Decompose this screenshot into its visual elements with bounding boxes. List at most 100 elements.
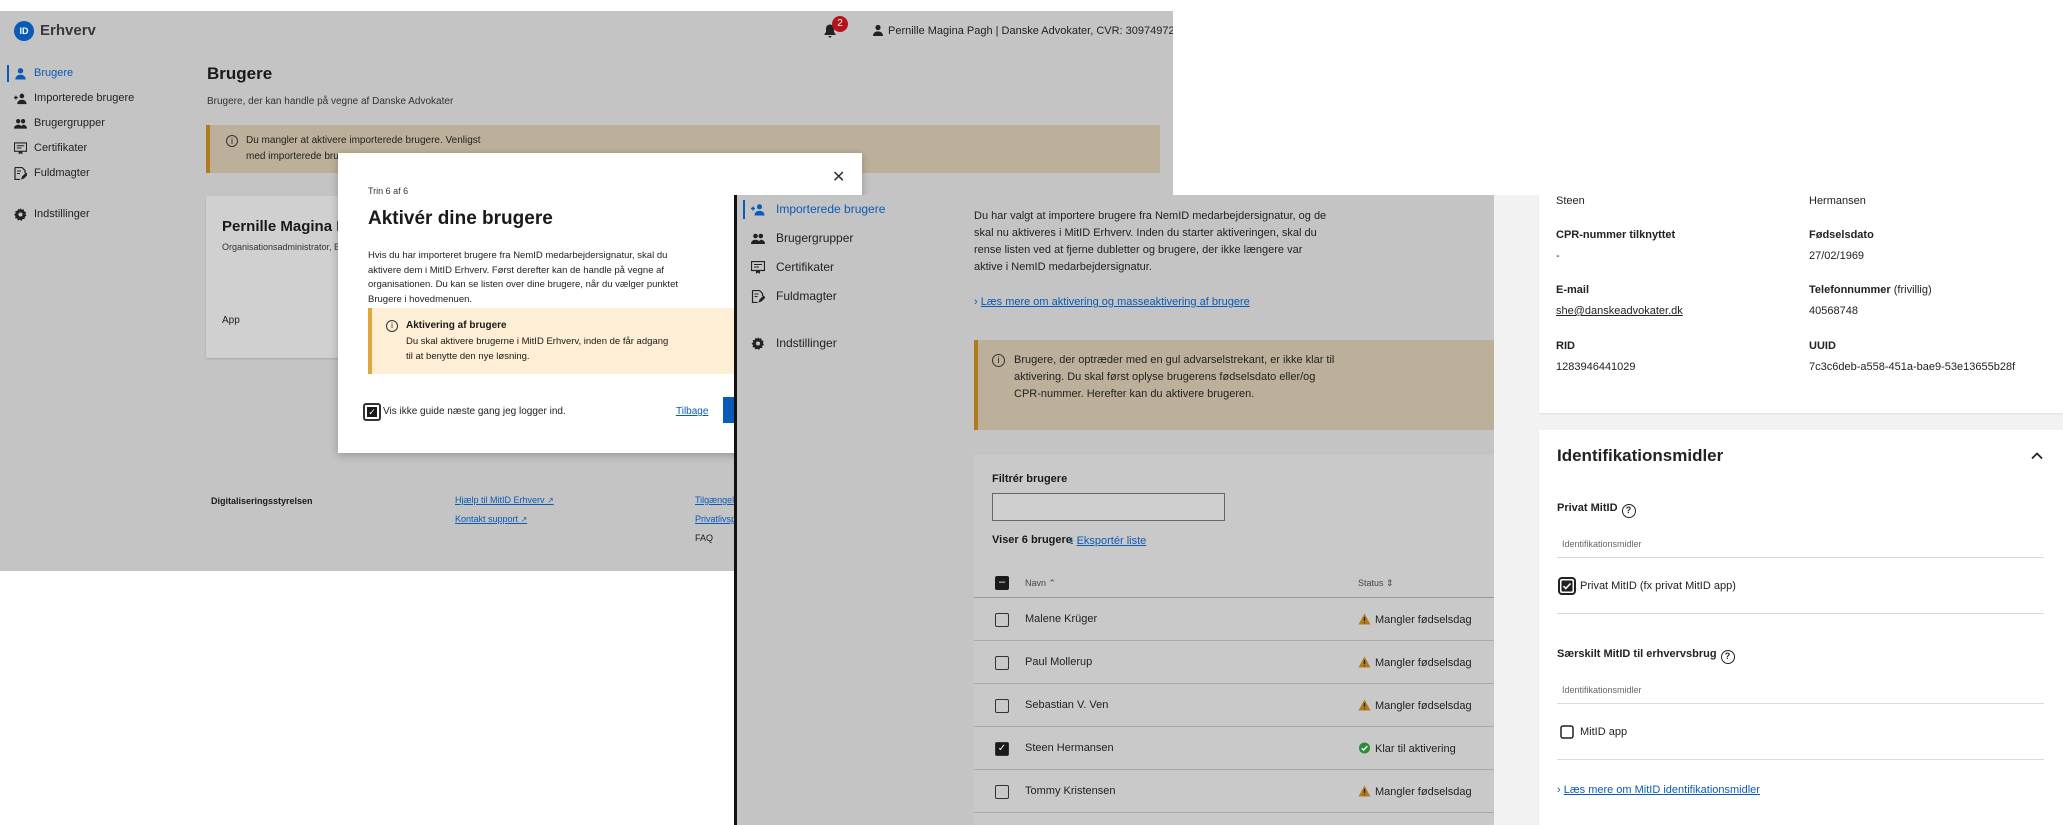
external-link-icon: ↗ xyxy=(547,496,554,505)
check-circle-icon xyxy=(1358,742,1371,754)
private-mitid-checkbox[interactable] xyxy=(1558,577,1576,595)
info-icon: i xyxy=(386,320,398,332)
business-placeholder: Identifikationsmidler xyxy=(1562,685,1642,695)
user-card-title: Pernille Magina P xyxy=(222,218,347,235)
user-count: Viser 6 brugere xyxy=(992,534,1072,546)
column-status-header[interactable]: Status ⇕ xyxy=(1358,578,1394,589)
export-list-link[interactable]: Eksportér liste xyxy=(1077,535,1147,547)
sidebar-item-label: Fuldmagter xyxy=(34,167,90,179)
private-placeholder: Identifikationsmidler xyxy=(1562,539,1642,549)
chevron-up-icon[interactable] xyxy=(2030,449,2044,463)
back-link[interactable]: Tilbage xyxy=(676,406,708,417)
dont-show-guide-checkbox[interactable]: ✓ xyxy=(363,403,381,421)
support-link[interactable]: Kontakt support ↗ xyxy=(455,514,554,524)
column-name-label: Navn xyxy=(1025,578,1047,588)
read-more-identification[interactable]: › Læs mere om MitID identifikationsmidle… xyxy=(1557,784,1760,796)
identification-title: Identifikationsmidler xyxy=(1557,446,1724,465)
modal-title: Aktivér dine brugere xyxy=(368,208,553,229)
first-name: Steen xyxy=(1556,195,1585,207)
sidebar-item-importerede-brugere[interactable]: Importerede brugere xyxy=(737,195,937,224)
user-status: Mangler fødselsdag xyxy=(1358,699,1472,712)
sidebar-item-label: Brugere xyxy=(34,67,74,79)
user-icon xyxy=(15,68,26,80)
divider xyxy=(1557,557,2044,558)
row-checkbox[interactable]: ✓ xyxy=(995,742,1009,756)
top-bar: ID Erhverv 2 Pernille Magina Pagh | Dans… xyxy=(0,11,1173,49)
column-status-label: Status xyxy=(1358,578,1384,588)
table-row[interactable]: Tommy Kristensen Mangler fødselsdag xyxy=(974,770,1494,813)
cpr-label: CPR-nummer tilknyttet xyxy=(1556,229,1676,241)
dob-value: 27/02/1969 xyxy=(1809,250,1865,262)
users-icon xyxy=(751,233,765,244)
user-name: Steen Hermansen xyxy=(1025,742,1114,754)
user-name: Paul Mollerup xyxy=(1025,656,1093,668)
table-row[interactable]: Sebastian V. Ven Mangler fødselsdag xyxy=(974,684,1494,727)
sidebar-item-indstillinger[interactable]: Indstillinger xyxy=(0,202,190,227)
sidebar-item-fuldmagter[interactable]: Fuldmagter xyxy=(0,161,190,186)
divider xyxy=(1557,613,2044,614)
help-link[interactable]: Hjælp til MitID Erhverv ↗ xyxy=(455,495,554,505)
info-icon: i xyxy=(226,135,238,147)
help-icon[interactable]: ? xyxy=(1621,504,1636,518)
last-name: Hermansen xyxy=(1809,195,1866,207)
read-more-identification-link[interactable]: Læs mere om MitID identifikationsmidler xyxy=(1564,784,1760,796)
document-sign-icon xyxy=(751,290,765,303)
sidebar-item-certifikater[interactable]: Certifikater xyxy=(737,253,937,282)
sidebar-item-label: Brugergrupper xyxy=(776,231,854,245)
sidebar-item-importerede-brugere[interactable]: Importerede brugere xyxy=(0,86,190,111)
email-link[interactable]: she@danskeadvokater.dk xyxy=(1556,305,1683,317)
not-ready-warning: i Brugere, der optræder med en gul advar… xyxy=(974,340,1494,430)
user-name: Malene Krüger xyxy=(1025,613,1098,625)
row-checkbox[interactable] xyxy=(995,785,1009,799)
gear-icon xyxy=(14,208,27,221)
dont-show-guide-label: Vis ikke guide næste gang jeg logger ind… xyxy=(383,406,566,417)
modal-step: Trin 6 af 6 xyxy=(368,186,409,196)
business-mitid-title: Særskilt MitID til erhvervsbrug? xyxy=(1557,648,1735,664)
sidebar-item-fuldmagter[interactable]: Fuldmagter xyxy=(737,282,937,311)
row-checkbox[interactable] xyxy=(995,613,1009,627)
business-mitid-title-text: Særskilt MitID til erhvervsbrug xyxy=(1557,648,1717,660)
info-icon: i xyxy=(992,354,1005,367)
help-icon[interactable]: ? xyxy=(1720,650,1735,664)
uuid-value: 7c3c6deb-a558-451a-bae9-53e13655b28f xyxy=(1809,361,2016,373)
mitid-app-checkbox[interactable] xyxy=(1560,725,1574,739)
read-more-activation[interactable]: › Læs mere om aktivering og masseaktiver… xyxy=(974,296,1250,308)
close-icon[interactable]: ✕ xyxy=(832,167,845,187)
user-info-card xyxy=(1539,195,2063,413)
table-row[interactable]: ✓ Steen Hermansen Klar til aktivering xyxy=(974,727,1494,770)
modal-body: Hvis du har importeret brugere fra NemID… xyxy=(368,250,678,305)
external-link-icon: ↗ xyxy=(520,515,528,524)
sidebar-item-brugergrupper[interactable]: Brugergrupper xyxy=(0,111,190,136)
export-list[interactable]: ⭳ Eksportér liste xyxy=(1070,534,1146,551)
filter-input[interactable] xyxy=(992,493,1225,521)
select-all-checkbox[interactable]: – xyxy=(995,576,1009,590)
table-row[interactable]: Paul Mollerup Mangler fødselsdag xyxy=(974,641,1494,684)
certificate-icon xyxy=(751,261,765,274)
user-menu[interactable]: Pernille Magina Pagh | Danske Advokater,… xyxy=(872,24,1173,37)
row-checkbox[interactable] xyxy=(995,699,1009,713)
gear-icon xyxy=(751,337,765,350)
page-subtitle: Brugere, der kan handle på vegne af Dans… xyxy=(207,96,454,107)
sidebar-item-certifikater[interactable]: Certifikater xyxy=(0,136,190,161)
warning-triangle-icon xyxy=(1358,699,1371,711)
phone-optional: (frivillig) xyxy=(1893,284,1932,296)
notification-badge: 2 xyxy=(832,16,848,32)
download-icon: ⭳ xyxy=(1070,536,1074,547)
certificate-icon xyxy=(14,142,27,155)
column-name-header[interactable]: Navn ⌃ xyxy=(1025,578,1056,589)
private-mitid-title: Privat MitID? xyxy=(1557,502,1636,518)
cpr-value: - xyxy=(1556,250,1560,262)
divider xyxy=(1557,703,2044,704)
sidebar-item-brugere[interactable]: Brugere xyxy=(0,61,190,86)
sidebar-item-label: Certifikater xyxy=(776,260,835,274)
user-status: Klar til aktivering xyxy=(1358,742,1456,755)
row-checkbox[interactable] xyxy=(995,656,1009,670)
table-row[interactable]: Malene Krüger Mangler fødselsdag xyxy=(974,598,1494,641)
modal-warning-title: Aktivering af brugere xyxy=(406,320,507,331)
support-link-label: Kontakt support xyxy=(455,514,519,524)
sidebar-item-label: Indstillinger xyxy=(34,208,90,220)
sidebar-item-indstillinger[interactable]: Indstillinger xyxy=(737,329,937,358)
user-import-icon xyxy=(751,204,765,216)
read-more-activation-link[interactable]: Læs mere om aktivering og masseaktiverin… xyxy=(981,296,1250,308)
sidebar-item-brugergrupper[interactable]: Brugergrupper xyxy=(737,224,937,253)
